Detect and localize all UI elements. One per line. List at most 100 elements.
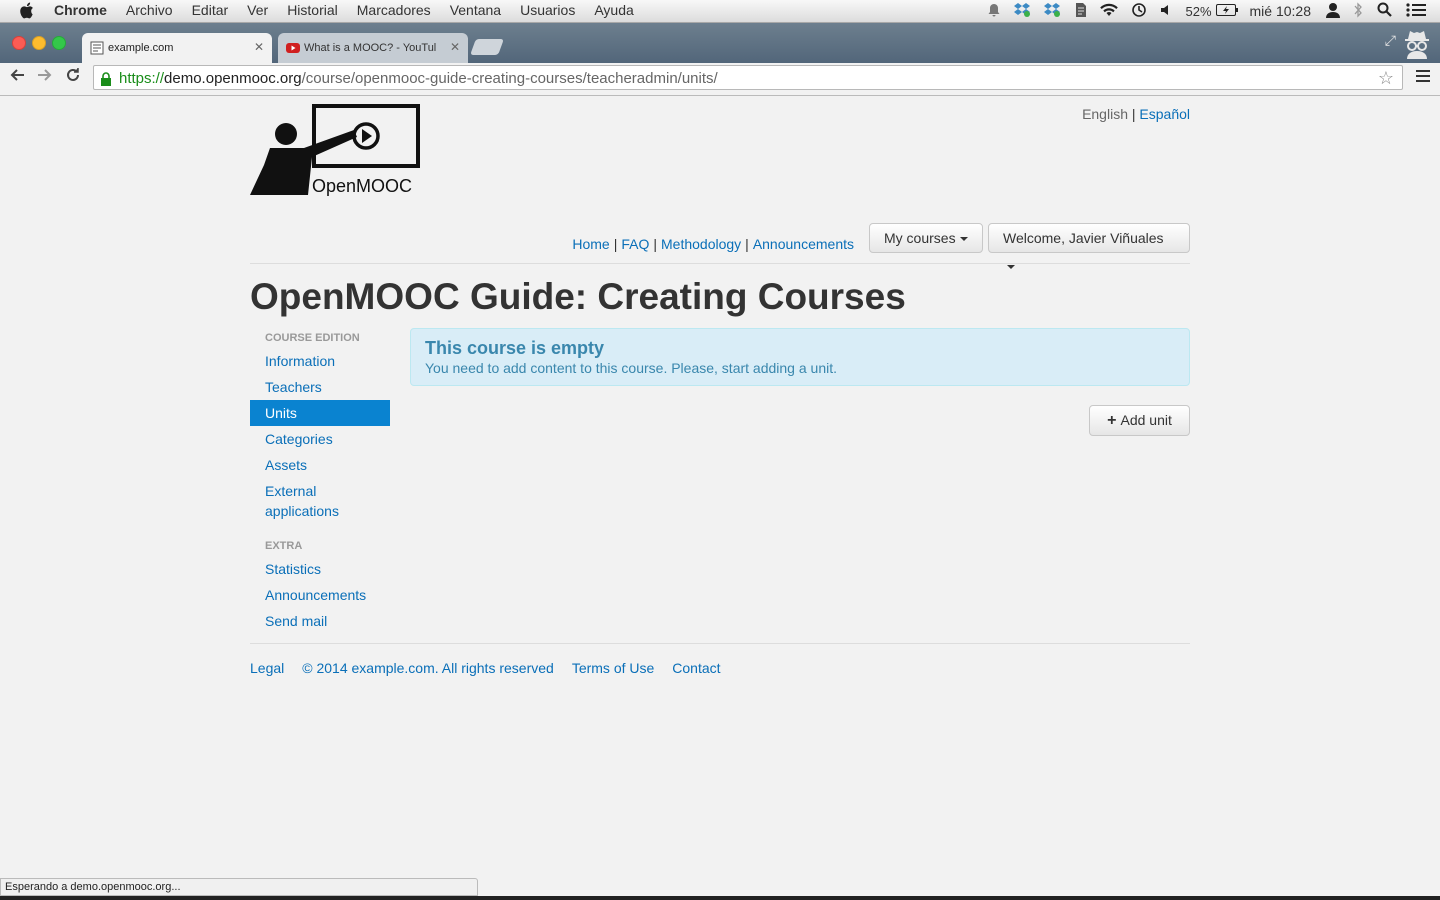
wifi-icon[interactable]	[1099, 3, 1119, 20]
fullscreen-icon[interactable]: ⤢	[1385, 32, 1396, 49]
lang-separator: |	[1131, 106, 1136, 122]
menubar-clock[interactable]: mié 10:28	[1250, 3, 1311, 19]
url-scheme: https://	[119, 70, 165, 87]
window-zoom-button[interactable]	[52, 36, 66, 50]
battery-percent: 52%	[1185, 3, 1212, 19]
battery-icon[interactable]	[1215, 3, 1238, 19]
menu-archivo[interactable]: Archivo	[126, 2, 173, 18]
chrome-menu-icon[interactable]	[1416, 67, 1430, 88]
bluetooth-icon[interactable]	[1353, 1, 1363, 21]
header-divider	[250, 263, 1190, 264]
footer-divider	[250, 643, 1190, 644]
menu-ver[interactable]: Ver	[247, 2, 268, 18]
sidebar-header-extra: EXTRA	[265, 540, 303, 552]
time-machine-icon[interactable]	[1131, 2, 1147, 21]
volume-icon[interactable]	[1159, 3, 1173, 20]
dropbox-icon[interactable]	[1013, 2, 1031, 21]
page-title: OpenMOOC Guide: Creating Courses	[250, 276, 906, 317]
browser-tabstrip: example.com ✕ What is a MOOC? - YouTul ✕…	[0, 23, 1440, 63]
nav-separator: |	[653, 236, 657, 252]
tab-example-com[interactable]: example.com ✕	[82, 33, 272, 63]
tab-youtube[interactable]: What is a MOOC? - YouTul ✕	[278, 33, 468, 63]
menu-usuarios[interactable]: Usuarios	[520, 2, 575, 18]
sidebar-item-units[interactable]: Units	[250, 400, 390, 426]
menu-ventana[interactable]: Ventana	[450, 2, 501, 18]
menu-historial[interactable]: Historial	[287, 2, 338, 18]
menu-marcadores[interactable]: Marcadores	[357, 2, 431, 18]
window-close-button[interactable]	[12, 36, 26, 50]
user-menu-dropdown[interactable]: Welcome, Javier Viñuales	[988, 223, 1190, 270]
address-bar[interactable]: https://demo.openmooc.org/course/openmoo…	[93, 65, 1403, 90]
footer-legal[interactable]: Legal	[250, 660, 284, 676]
nav-announcements[interactable]: Announcements	[753, 236, 854, 252]
bookmark-star-icon[interactable]: ☆	[1378, 66, 1394, 91]
add-unit-label: Add unit	[1120, 412, 1172, 428]
forward-arrow-icon[interactable]	[37, 67, 53, 88]
sidebar-item-categories[interactable]: Categories	[250, 426, 390, 452]
user-menu-label: Welcome, Javier Viñuales	[1003, 230, 1164, 246]
tab-close-icon[interactable]: ✕	[254, 40, 264, 54]
window-minimize-button[interactable]	[32, 36, 46, 50]
back-arrow-icon[interactable]	[9, 67, 25, 88]
plus-icon: +	[1107, 412, 1117, 429]
my-courses-dropdown[interactable]: My courses	[869, 223, 983, 253]
lang-english[interactable]: English	[1082, 106, 1128, 122]
lock-icon[interactable]	[100, 70, 112, 95]
footer: Legal © 2014 example.com. All rights res…	[250, 660, 739, 676]
evernote-icon[interactable]	[1073, 2, 1087, 21]
menu-ayuda[interactable]: Ayuda	[594, 2, 633, 18]
menubar-status: 52% mié 10:28	[975, 0, 1426, 22]
menu-app-name[interactable]: Chrome	[54, 2, 107, 18]
my-courses-label: My courses	[884, 230, 956, 246]
sidebar-item-information[interactable]: Information	[250, 348, 390, 374]
add-unit-button[interactable]: + Add unit	[1089, 405, 1190, 436]
footer-contact[interactable]: Contact	[672, 660, 720, 676]
browser-status-bubble: Esperando a demo.openmooc.org...	[0, 878, 478, 896]
tab-title: example.com	[108, 42, 174, 54]
browser-toolbar: https://demo.openmooc.org/course/openmoo…	[0, 63, 1440, 96]
nav-home[interactable]: Home	[572, 236, 609, 252]
caret-down-icon	[959, 237, 968, 242]
notification-center-icon[interactable]	[1406, 2, 1426, 20]
nav-separator: |	[613, 236, 618, 252]
nav-methodology[interactable]: Methodology	[661, 236, 741, 252]
user-icon[interactable]	[1325, 2, 1341, 21]
caret-down-icon	[1007, 265, 1015, 270]
footer-terms[interactable]: Terms of Use	[572, 660, 654, 676]
notification-icon[interactable]	[987, 3, 1001, 20]
dropbox-sync-icon[interactable]	[1043, 2, 1061, 21]
language-switcher: English | Español	[1082, 106, 1190, 122]
reload-icon[interactable]	[65, 67, 81, 88]
sidebar-item-statistics[interactable]: Statistics	[250, 556, 390, 582]
footer-copyright[interactable]: © 2014 example.com. All rights reserved	[302, 660, 554, 676]
menu-editar[interactable]: Editar	[192, 2, 229, 18]
window-bottom-edge	[0, 896, 1440, 900]
lang-espanol[interactable]: Español	[1139, 106, 1190, 122]
sidebar-item-announcements[interactable]: Announcements	[250, 582, 390, 608]
url-host: demo.openmooc.org	[164, 70, 302, 87]
alert-text: You need to add content to this course. …	[425, 360, 837, 376]
menubar: Chrome Archivo Editar Ver Historial Marc…	[0, 0, 1440, 23]
new-tab-button[interactable]	[470, 39, 504, 55]
page-favicon-icon	[90, 41, 104, 55]
youtube-favicon-icon	[286, 41, 300, 55]
sidebar-nav: COURSE EDITION Information Teachers Unit…	[250, 328, 390, 634]
empty-course-alert: This course is empty You need to add con…	[410, 328, 1190, 386]
tab-title: What is a MOOC? - YouTul	[304, 42, 437, 54]
openmooc-logo[interactable]: OpenMOOC	[250, 104, 422, 196]
apple-icon[interactable]	[19, 2, 34, 22]
nav-separator: |	[745, 236, 749, 252]
url-text: https://demo.openmooc.org/course/openmoo…	[119, 66, 718, 91]
tab-close-icon[interactable]: ✕	[450, 40, 460, 54]
spotlight-search-icon[interactable]	[1377, 2, 1392, 20]
nav-faq[interactable]: FAQ	[621, 236, 649, 252]
sidebar-item-send-mail[interactable]: Send mail	[250, 608, 390, 634]
alert-heading: This course is empty	[425, 338, 605, 358]
sidebar-item-external-applications[interactable]: External applications	[250, 478, 370, 524]
logo-text: OpenMOOC	[312, 176, 413, 196]
sidebar-item-teachers[interactable]: Teachers	[250, 374, 390, 400]
sidebar-item-assets[interactable]: Assets	[250, 452, 390, 478]
incognito-icon	[1402, 27, 1432, 59]
top-navigation: Home | FAQ | Methodology | Announcements	[572, 236, 854, 252]
sidebar-header-course-edition: COURSE EDITION	[265, 332, 360, 344]
